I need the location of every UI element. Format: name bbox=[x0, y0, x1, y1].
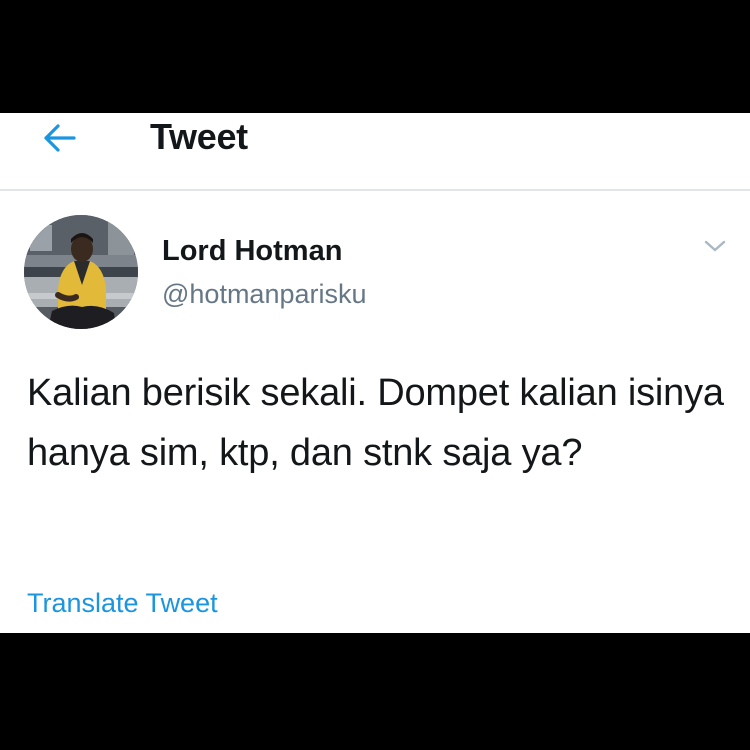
author-name[interactable]: Lord Hotman bbox=[162, 234, 342, 268]
page-title: Tweet bbox=[150, 116, 248, 157]
arrow-left-icon bbox=[44, 124, 76, 152]
tweet-text: Kalian berisik sekali. Dompet kalian isi… bbox=[27, 372, 724, 474]
tweet-screen: Tweet Lord Hotman @hotmanparisku Kalian … bbox=[0, 113, 750, 633]
translate-tweet-link[interactable]: Translate Tweet bbox=[27, 586, 218, 620]
avatar[interactable] bbox=[24, 215, 138, 329]
top-bar: Tweet bbox=[0, 113, 750, 191]
back-button[interactable] bbox=[34, 115, 84, 161]
tweet-menu-button[interactable] bbox=[700, 235, 730, 257]
author-handle[interactable]: @hotmanparisku bbox=[162, 277, 367, 311]
profile-photo bbox=[24, 215, 138, 329]
chevron-down-icon bbox=[704, 240, 726, 252]
photo-frame: Tweet Lord Hotman @hotmanparisku Kalian … bbox=[0, 0, 750, 750]
